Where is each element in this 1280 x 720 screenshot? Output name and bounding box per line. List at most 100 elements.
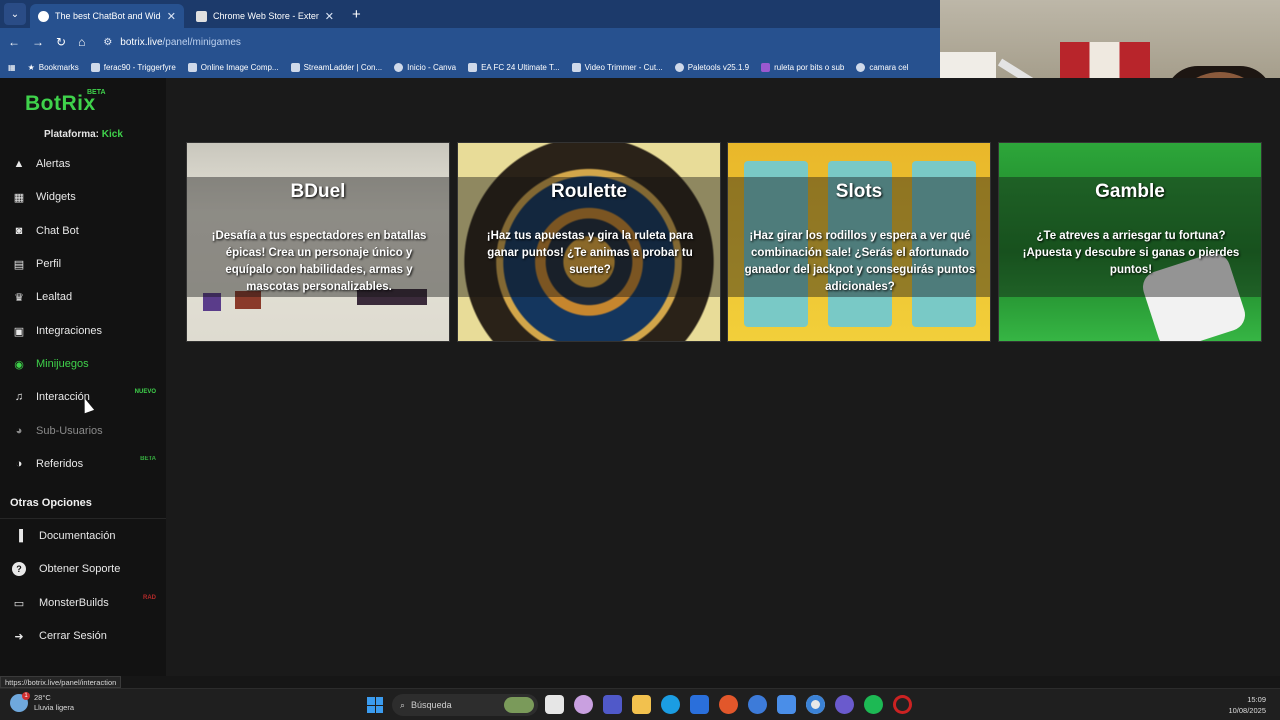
bookmark-item[interactable]: Video Trimmer - Cut... bbox=[571, 62, 663, 72]
book-icon: ▐ bbox=[15, 530, 23, 542]
widgets-icon: ▦ bbox=[13, 191, 25, 204]
obs-icon[interactable] bbox=[893, 695, 912, 714]
bookmark-item[interactable]: ★ Bookmarks bbox=[28, 63, 79, 72]
game-card-roulette[interactable]: Roulette ¡Haz tus apuestas y gira la rul… bbox=[457, 142, 721, 342]
platform-indicator: Plataforma: Kick bbox=[44, 129, 123, 140]
reload-icon[interactable]: ↻ bbox=[56, 35, 66, 49]
tab-search-button[interactable]: ⌄ bbox=[4, 3, 26, 25]
close-tab-icon[interactable]: ✕ bbox=[325, 10, 334, 23]
alert-icon: ▲ bbox=[13, 158, 25, 170]
sidebar-item-perfil[interactable]: ▤ Perfil bbox=[12, 251, 164, 277]
bookmark-item[interactable]: ruleta por bits o sub bbox=[761, 62, 844, 72]
brand-logo[interactable]: BotRix bbox=[25, 92, 96, 116]
bookmark-item[interactable]: camara cel bbox=[856, 62, 908, 72]
brand-beta-badge: BETA bbox=[87, 89, 106, 96]
spotify-icon[interactable] bbox=[864, 695, 883, 714]
browser-tabbar: ⌄ The best ChatBot and Widgets ✕ Chrome … bbox=[0, 0, 940, 28]
clock-date: 10/08/2025 bbox=[1228, 706, 1266, 715]
sidebar-divider bbox=[0, 518, 166, 519]
sidebar-item-referidos[interactable]: ◑ Referidos BETA bbox=[12, 451, 164, 477]
bookmark-label: Bookmarks bbox=[38, 62, 79, 72]
discord-icon[interactable] bbox=[835, 695, 854, 714]
browser-tab-botrix[interactable]: The best ChatBot and Widgets ✕ bbox=[30, 4, 184, 28]
game-card-slots[interactable]: Slots ¡Haz girar los rodillos y espera a… bbox=[727, 142, 991, 342]
sidebar-item-alertas[interactable]: ▲ Alertas bbox=[12, 151, 164, 177]
rain-cloud-icon: 1 bbox=[10, 692, 30, 712]
bookmark-item[interactable]: StreamLadder | Con... bbox=[290, 62, 382, 72]
forward-arrow-icon[interactable]: → bbox=[32, 35, 44, 49]
monitor-icon: ▭ bbox=[13, 597, 25, 610]
tab-title: Chrome Web Store - Extensions bbox=[213, 11, 319, 21]
teams-icon[interactable] bbox=[603, 695, 622, 714]
taskbar-search[interactable]: ⌕ Búsqueda bbox=[392, 694, 538, 716]
browser-tab-webstore[interactable]: Chrome Web Store - Extensions ✕ bbox=[188, 4, 342, 28]
sidebar-item-label: Documentación bbox=[39, 530, 116, 542]
sidebar-item-label: Integraciones bbox=[36, 325, 103, 337]
sidebar-item-lealtad[interactable]: ♛ Lealtad bbox=[12, 284, 164, 310]
game-title: Gamble bbox=[1095, 181, 1165, 202]
new-badge: NUEVO bbox=[134, 389, 156, 395]
notification-badge: 1 bbox=[22, 692, 30, 700]
game-card-gamble[interactable]: Gamble ¿Te atreves a arriesgar tu fortun… bbox=[998, 142, 1262, 342]
referrals-icon: ◑ bbox=[15, 458, 23, 470]
address-bar[interactable]: ⚙ botrix.live/panel/minigames bbox=[103, 37, 241, 48]
sidebar-item-documentacion[interactable]: ▐ Documentación bbox=[12, 523, 164, 549]
close-tab-icon[interactable]: ✕ bbox=[167, 10, 176, 23]
sidebar-item-chat-bot[interactable]: ◙ Chat Bot bbox=[12, 218, 164, 244]
sidebar-item-minijuegos[interactable]: ◉ Minijuegos bbox=[12, 351, 164, 377]
beta-badge: BETA bbox=[140, 456, 156, 462]
bookmark-label: ferac90 - Triggerfyre bbox=[103, 62, 176, 72]
sidebar-item-monsterbuilds[interactable]: ▭ MonsterBuilds RAD bbox=[12, 590, 164, 616]
sidebar-item-widgets[interactable]: ▦ Widgets bbox=[12, 184, 164, 210]
bookmark-item[interactable]: EA FC 24 Ultimate T... bbox=[468, 62, 560, 72]
chrome-icon[interactable] bbox=[806, 695, 825, 714]
back-arrow-icon[interactable]: ← bbox=[8, 35, 20, 49]
bookmark-favicon-icon bbox=[571, 62, 581, 72]
edge-icon[interactable] bbox=[661, 695, 680, 714]
search-highlight-icon bbox=[504, 697, 534, 713]
mail-icon[interactable] bbox=[748, 695, 767, 714]
bookmark-item[interactable]: Inicio - Canva bbox=[394, 62, 456, 72]
windows-start-icon[interactable] bbox=[367, 697, 383, 713]
new-tab-icon[interactable]: + bbox=[352, 6, 361, 23]
sidebar-item-sub-usuarios[interactable]: ◕ Sub-Usuarios bbox=[12, 418, 164, 444]
weather-widget[interactable]: 1 28°C Lluvia ligera bbox=[10, 692, 74, 713]
temperature-text: 28°C bbox=[34, 693, 51, 702]
sidebar-item-cerrar-sesion[interactable]: ➜ Cerrar Sesión bbox=[12, 623, 164, 649]
sidebar-item-obtener-soporte[interactable]: ? Obtener Soporte bbox=[12, 556, 164, 582]
star-icon: ★ bbox=[27, 62, 35, 72]
bookmark-label: Online Image Comp... bbox=[200, 62, 279, 72]
file-explorer-icon[interactable] bbox=[632, 695, 651, 714]
game-title: Slots bbox=[835, 181, 883, 202]
bookmark-item[interactable]: Online Image Comp... bbox=[187, 62, 279, 72]
search-icon: ⌕ bbox=[400, 699, 406, 710]
game-title: Roulette bbox=[551, 181, 627, 202]
url-host: botrix.live bbox=[120, 36, 163, 48]
game-card-bduel[interactable]: BDuel ¡Desafía a tus espectadores en bat… bbox=[186, 142, 450, 342]
copilot-icon[interactable] bbox=[574, 695, 593, 714]
bookmark-label: Video Trimmer - Cut... bbox=[584, 62, 663, 72]
windows-taskbar: 1 28°C Lluvia ligera ⌕ Búsqueda 15:09 10… bbox=[0, 688, 1280, 720]
trophy-icon: ♛ bbox=[14, 291, 24, 304]
sidebar-item-label: Lealtad bbox=[36, 291, 73, 303]
photos-icon[interactable] bbox=[777, 695, 796, 714]
apps-grid-icon[interactable]: ▦ bbox=[8, 63, 16, 72]
bookmark-favicon-icon bbox=[290, 62, 300, 72]
bookmark-favicon-icon bbox=[761, 62, 771, 72]
task-view-icon[interactable] bbox=[545, 695, 564, 714]
bookmark-item[interactable]: ferac90 - Triggerfyre bbox=[90, 62, 176, 72]
sidebar-item-label: Chat Bot bbox=[36, 225, 79, 237]
sidebar-item-label: Obtener Soporte bbox=[39, 563, 121, 575]
sidebar-item-label: Alertas bbox=[36, 158, 71, 170]
browser-toolbar: ← → ↻ ⌂ ⚙ botrix.live/panel/minigames bbox=[0, 28, 940, 56]
platform-value: Kick bbox=[101, 129, 123, 140]
system-clock[interactable]: 15:09 10/08/2025 bbox=[1228, 694, 1266, 716]
bookmark-favicon-icon bbox=[674, 62, 684, 72]
bookmark-item[interactable]: Paletools v25.1.9 bbox=[674, 62, 749, 72]
site-info-icon[interactable]: ⚙ bbox=[103, 37, 112, 48]
store-icon[interactable] bbox=[690, 695, 709, 714]
home-icon[interactable]: ⌂ bbox=[78, 35, 85, 49]
app-icon[interactable] bbox=[719, 695, 738, 714]
url-path: /panel/minigames bbox=[162, 36, 241, 48]
sidebar-item-integraciones[interactable]: ▣ Integraciones bbox=[12, 318, 164, 344]
